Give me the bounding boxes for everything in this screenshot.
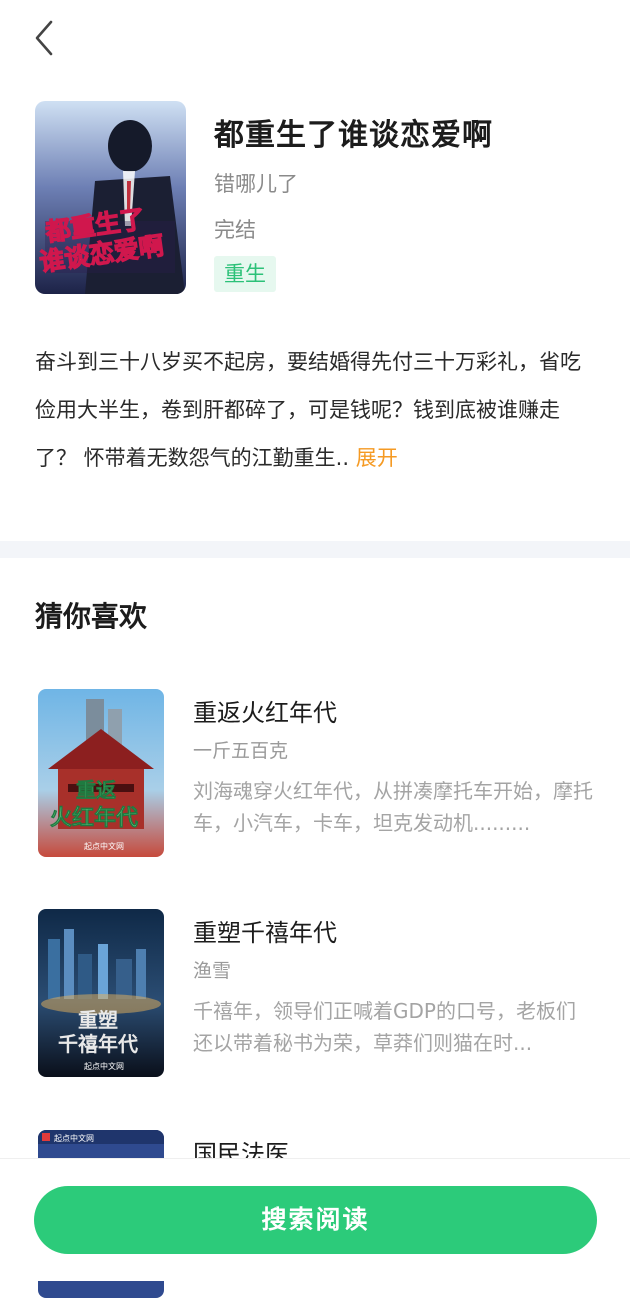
cover-brand: 起点中文网 xyxy=(54,1133,94,1143)
list-item[interactable]: 重塑 千禧年代 起点中文网 重塑千禧年代 渔雪 千禧年，领导们正喊着GDP的口号… xyxy=(38,909,598,1079)
cover-brand: 起点中文网 xyxy=(84,841,124,851)
book-cover: 重返 火红年代 起点中文网 xyxy=(38,689,164,857)
genre-tag[interactable]: 重生 xyxy=(214,256,276,292)
chevron-left-icon xyxy=(35,20,53,56)
book-cover: 都重生了 谁谈恋爱啊 xyxy=(35,101,186,294)
book-status: 完结 xyxy=(214,218,256,242)
rec-description: 千禧年，领导们正喊着GDP的口号，老板们还以带着秘书为荣，草莽们则猫在时... xyxy=(193,999,576,1055)
rec-title: 重塑千禧年代 xyxy=(193,919,337,947)
list-item[interactable]: 重返 火红年代 起点中文网 重返火红年代 一斤五百克 刘海魂穿火红年代，从拼凑摩… xyxy=(38,689,598,859)
rec-author: 渔雪 xyxy=(193,960,232,982)
cover-text-2: 千禧年代 xyxy=(58,1032,138,1056)
book-description: 奋斗到三十八岁买不起房，要结婚得先付三十万彩礼，省吃俭用大半生，卷到肝都碎了，可… xyxy=(35,338,595,482)
back-button[interactable] xyxy=(28,18,60,58)
description-text: 奋斗到三十八岁买不起房，要结婚得先付三十万彩礼，省吃俭用大半生，卷到肝都碎了，可… xyxy=(35,350,581,470)
cover-text-1: 重塑 xyxy=(78,1008,118,1032)
expand-link[interactable]: 展开 xyxy=(356,446,398,470)
rec-title: 重返火红年代 xyxy=(193,699,337,727)
cover-text-1: 重返 xyxy=(76,778,116,802)
book-title: 都重生了谁谈恋爱啊 xyxy=(214,118,493,153)
search-read-button[interactable]: 搜索阅读 xyxy=(34,1186,597,1254)
rec-author: 一斤五百克 xyxy=(193,740,289,762)
book-author[interactable]: 错哪儿了 xyxy=(214,168,298,198)
book-cover: 重塑 千禧年代 起点中文网 xyxy=(38,909,164,1077)
section-title-recommend: 猜你喜欢 xyxy=(35,600,148,633)
cover-text-2: 火红年代 xyxy=(50,805,138,831)
rec-description: 刘海魂穿火红年代，从拼凑摩托车开始，摩托车，小汽车，卡车，坦克发动机......… xyxy=(193,779,593,835)
section-divider xyxy=(0,541,630,558)
cover-brand: 起点中文网 xyxy=(84,1061,124,1071)
bottom-bar: 搜索阅读 xyxy=(0,1158,630,1281)
